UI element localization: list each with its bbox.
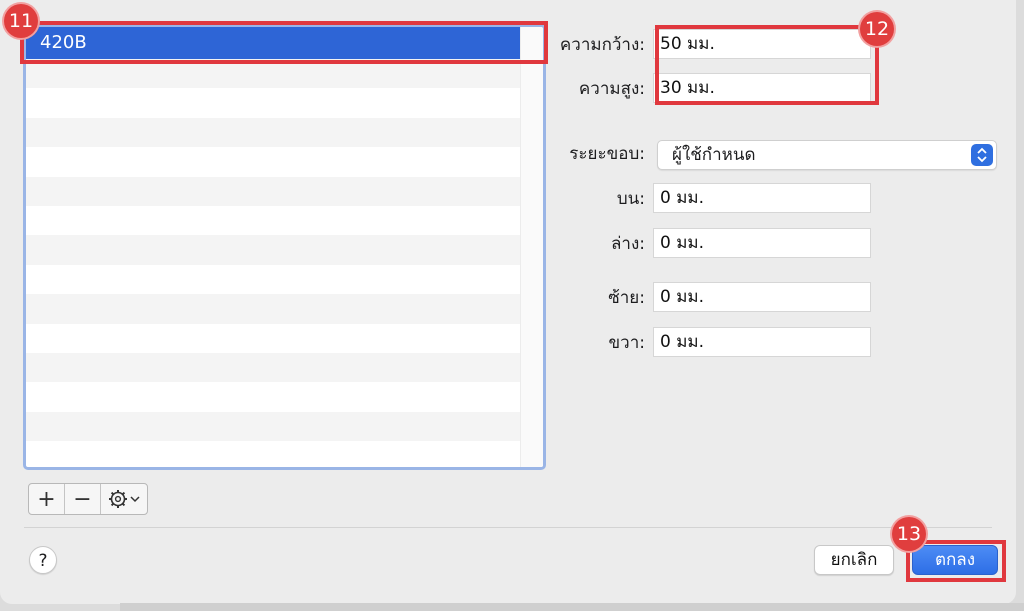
chevron-down-icon [130,496,140,503]
list-row-empty [26,88,521,117]
margin-right-row: ขวา: 0 มม. [553,327,871,357]
margin-left-label: ซ้าย: [608,287,645,308]
annotation-badge: 13 [892,517,926,551]
margins-select[interactable]: ผู้ใช้กำหนด [657,140,997,170]
margins-select-value: ผู้ใช้กำหนด [672,145,756,165]
gear-icon [109,490,127,508]
list-row-empty [26,235,521,265]
list-row-empty [26,59,521,89]
list-row-empty [26,382,521,411]
height-row: ความสูง: 30 มม. [553,73,871,103]
list-scrollbar[interactable] [520,27,543,467]
margin-bottom-field[interactable]: 0 มม. [653,228,871,258]
width-field[interactable]: 50 มม. [653,29,871,59]
margins-row: ระยะขอบ: [553,140,653,167]
margin-top-row: บน: 0 มม. [553,183,871,213]
height-field[interactable]: 30 มม. [653,73,871,103]
paper-size-list-rows: 420B [26,27,521,467]
list-row-empty [26,206,521,235]
annotation-badge: 11 [4,4,38,38]
margin-bottom-row: ล่าง: 0 มม. [553,228,871,258]
annotation-badge: 12 [860,12,894,46]
add-paper-button[interactable]: + [29,484,65,514]
paper-size-list[interactable]: 420B [23,24,546,470]
list-row-empty [26,324,521,353]
margin-left-field[interactable]: 0 มม. [653,282,871,312]
margins-label: ระยะขอบ: [569,144,645,164]
cancel-button[interactable]: ยกเลิก [814,545,894,575]
custom-paper-size-dialog: 420B + − ความกว้าง: 50 มม. ความสูง: 30 ม… [0,0,1016,604]
list-row-empty [26,352,521,383]
width-row: ความกว้าง: 50 มม. [553,29,871,59]
width-label: ความกว้าง: [559,34,645,55]
margin-top-label: บน: [616,188,645,209]
list-row-empty [26,265,521,294]
list-toolbar: + − [28,483,148,515]
margin-right-label: ขวา: [608,332,645,353]
remove-paper-button[interactable]: − [65,484,101,514]
margin-right-field[interactable]: 0 มม. [653,327,871,357]
ok-button[interactable]: ตกลง [912,545,998,575]
select-stepper-icon [971,144,993,166]
list-row-empty [26,411,521,442]
margin-top-field[interactable]: 0 มม. [653,183,871,213]
height-label: ความสูง: [578,78,645,99]
list-row-empty [26,441,521,467]
help-button[interactable]: ? [29,546,57,574]
list-row-empty [26,117,521,148]
margin-bottom-label: ล่าง: [611,233,645,254]
footer-divider [24,527,992,528]
list-row-empty [26,176,521,206]
list-item[interactable]: 420B [26,27,521,59]
list-row-empty [26,147,521,176]
margin-left-row: ซ้าย: 0 มม. [553,282,871,312]
actions-menu-button[interactable] [101,484,147,514]
list-row-empty [26,294,521,324]
background-strip [120,603,1024,611]
